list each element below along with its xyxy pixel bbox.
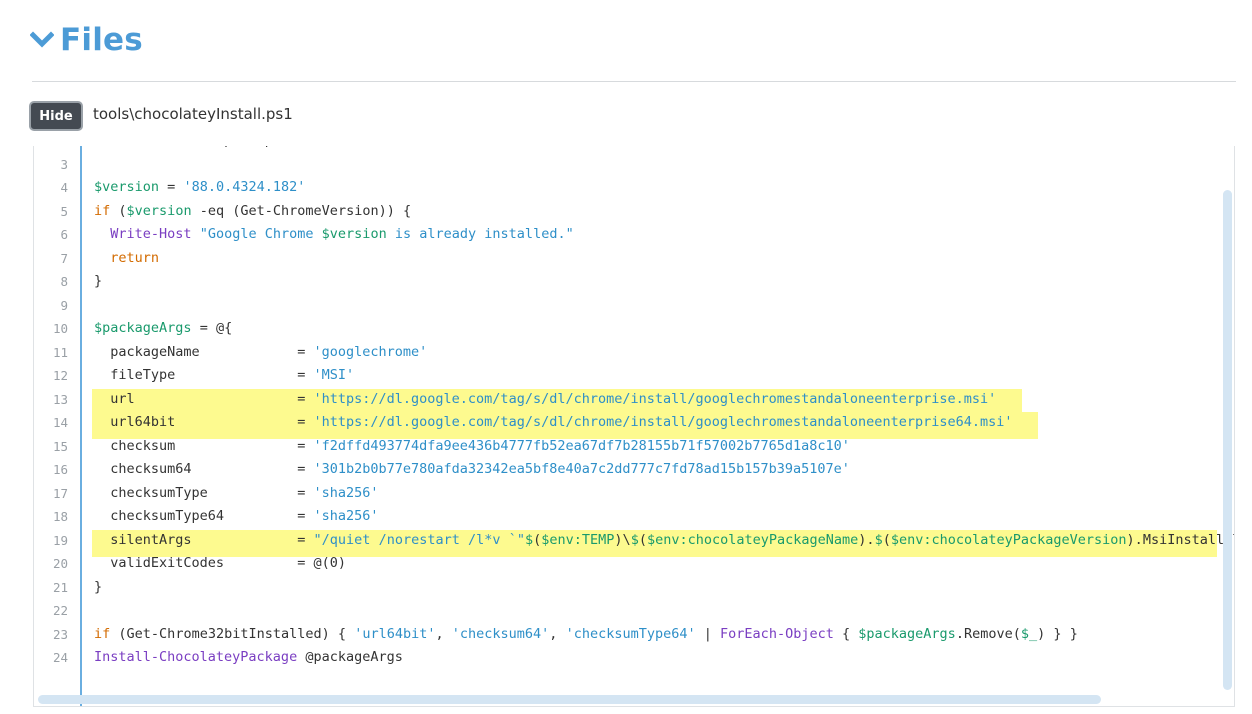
line-number: 14 <box>52 415 68 430</box>
vertical-scrollbar[interactable] <box>1223 190 1232 690</box>
code-line: 4 $version = '88.0.4324.182' <box>34 176 1234 200</box>
section-title: Files <box>60 22 143 58</box>
code-line: 10 $packageArgs = @{ <box>34 317 1234 341</box>
code-line: 24 Install-ChocolateyPackage @packageArgs <box>34 646 1234 670</box>
line-code: return <box>110 249 160 266</box>
line-number: 11 <box>52 344 68 360</box>
code-line: 12 fileType = 'MSI' <box>34 364 1234 388</box>
line-number: 24 <box>52 650 68 665</box>
line-code: Install-ChocolateyPackage @packageArgs <box>94 649 403 665</box>
line-number: 7 <box>60 250 68 266</box>
files-section-header[interactable]: Files <box>30 22 143 58</box>
line-number: 3 <box>60 156 68 172</box>
line-number: 5 <box>60 203 68 219</box>
code-line: 6 Write-Host "Google Chrome $version is … <box>34 223 1234 247</box>
code-line: 15 checksum = 'f2dffd493774dfa9ee436b477… <box>34 435 1234 459</box>
code-line: 23 if (Get-Chrome32bitInstalled) { 'url64… <box>34 623 1234 647</box>
code-line: 21} <box>34 576 1234 600</box>
line-number: 6 <box>60 227 68 242</box>
line-code: $version = '88.0.4324.182' <box>94 179 306 195</box>
line-number: 17 <box>52 485 68 501</box>
line-code: checksumType64 = 'sha256' <box>110 508 379 524</box>
line-code: checksum64 = '301b2b0b77e780afda32342ea5… <box>110 461 850 477</box>
line-code: url = 'https://dl.google.com/tag/s/dl/ch… <box>110 390 997 407</box>
line-number: 4 <box>60 180 68 195</box>
line-code: silentArgs = "/quiet /norestart /l*v `"$… <box>110 531 1234 548</box>
code-viewer[interactable]: 2. $toolsPath\helpers.ps134$version = '8… <box>33 146 1235 707</box>
code-line: 18 checksumType64 = 'sha256' <box>34 505 1234 529</box>
line-number: 21 <box>52 579 68 595</box>
line-code: url64bit = 'https://dl.google.com/tag/s/… <box>110 414 1013 430</box>
line-number: 9 <box>60 297 68 313</box>
horizontal-scrollbar[interactable] <box>38 695 1101 704</box>
line-code: checksum = 'f2dffd493774dfa9ee436b4777fb… <box>110 437 850 454</box>
code-line: 13 url = 'https://dl.google.com/tag/s/dl… <box>34 388 1234 416</box>
line-code: } <box>94 273 103 289</box>
line-number: 15 <box>52 438 68 454</box>
line-code: validExitCodes = @(0) <box>110 555 347 571</box>
code-line: 5 if ($version -eq (Get-ChromeVersion)) { <box>34 200 1234 224</box>
code-line: 17 checksumType = 'sha256' <box>34 482 1234 506</box>
line-code: checksumType = 'sha256' <box>110 484 379 501</box>
line-number: 23 <box>52 626 68 642</box>
line-code: if (Get-Chrome32bitInstalled) { 'url64bi… <box>94 625 1078 642</box>
code-line: 3 <box>34 153 1234 177</box>
line-number: 18 <box>52 509 68 524</box>
hide-button[interactable]: Hide <box>29 101 83 131</box>
line-number: 16 <box>52 462 68 477</box>
line-number: 19 <box>52 532 68 548</box>
line-number: 13 <box>52 391 68 407</box>
line-code: packageName = 'googlechrome' <box>110 343 428 360</box>
chevron-down-icon <box>30 31 54 48</box>
line-number: 8 <box>60 274 68 289</box>
code-line: 20 validExitCodes = @(0) <box>34 552 1234 576</box>
code-line: 19 silentArgs = "/quiet /norestart /l*v … <box>34 529 1234 557</box>
line-number: 20 <box>52 556 68 571</box>
line-number: 10 <box>52 321 68 336</box>
code-line: 11 packageName = 'googlechrome' <box>34 341 1234 365</box>
divider <box>32 81 1236 82</box>
code-line: 14 url64bit = 'https://dl.google.com/tag… <box>34 411 1234 439</box>
line-number: 22 <box>52 603 68 618</box>
code-line: 22 <box>34 599 1234 623</box>
code-line: 16 checksum64 = '301b2b0b77e780afda32342… <box>34 458 1234 482</box>
line-code: fileType = 'MSI' <box>110 367 355 383</box>
line-code: } <box>94 578 103 595</box>
line-code: if ($version -eq (Get-ChromeVersion)) { <box>94 202 412 219</box>
line-code: $packageArgs = @{ <box>94 320 233 336</box>
file-path: tools\chocolateyInstall.ps1 <box>93 105 293 123</box>
code-line: 9 <box>34 294 1234 318</box>
line-number: 12 <box>52 368 68 383</box>
code-lines: 2. $toolsPath\helpers.ps134$version = '8… <box>34 146 1234 670</box>
gutter-divider <box>80 146 82 706</box>
line-code: Write-Host "Google Chrome $version is al… <box>110 226 574 242</box>
code-line: 8} <box>34 270 1234 294</box>
code-line: 7 return <box>34 247 1234 271</box>
